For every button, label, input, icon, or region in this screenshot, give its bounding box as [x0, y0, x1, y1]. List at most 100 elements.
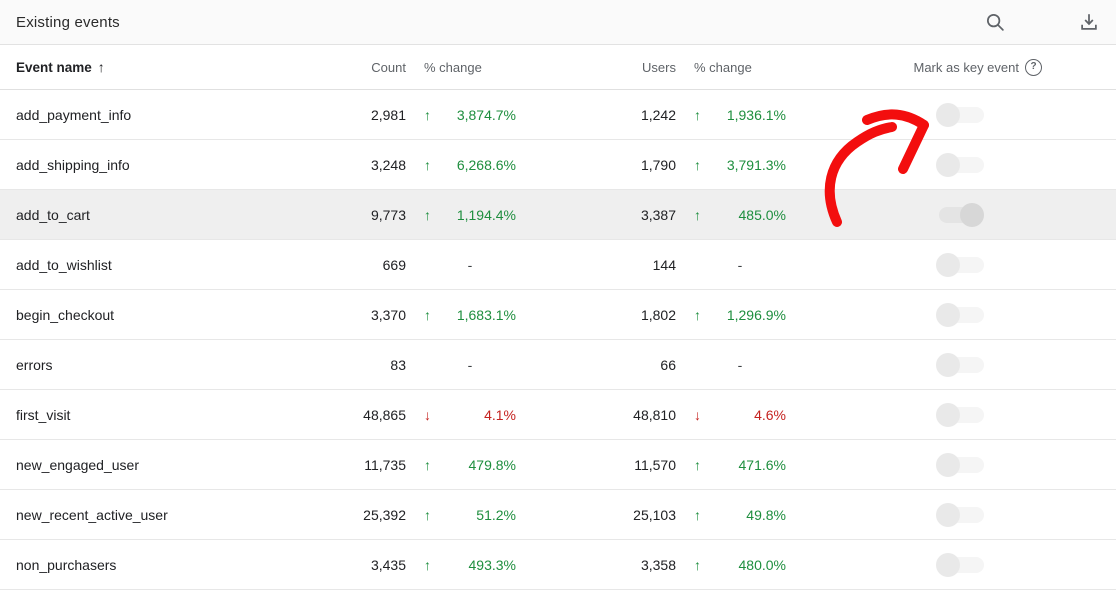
- mark-as-key-event-toggle[interactable]: [936, 202, 984, 227]
- column-header-event-name[interactable]: Event name ↑: [0, 59, 306, 75]
- mark-as-key-event-toggle[interactable]: [936, 102, 984, 127]
- toggle-knob: [936, 252, 960, 277]
- toggle-knob: [936, 102, 960, 127]
- users-cell: 3,387: [640, 206, 676, 223]
- pct-change-value: 1,194.4%: [456, 206, 516, 223]
- column-header-count[interactable]: Count: [306, 60, 406, 75]
- users-change-cell: ↑ 1,936.1%: [676, 107, 786, 123]
- users-cell: 48,810: [633, 406, 676, 423]
- search-button[interactable]: [984, 11, 1006, 33]
- count-cell: 9,773: [370, 206, 406, 223]
- up-arrow-icon: ↑: [424, 506, 431, 523]
- pct-change-value: 6,268.6%: [456, 156, 516, 173]
- up-arrow-icon: ↑: [694, 106, 701, 123]
- count-change-cell: ↑ 6,268.6%: [406, 157, 516, 173]
- up-arrow-icon: ↑: [424, 456, 431, 473]
- toggle-knob: [936, 552, 960, 577]
- event-name-cell: add_shipping_info: [16, 156, 130, 173]
- mark-as-key-event-toggle[interactable]: [936, 152, 984, 177]
- users-cell: 11,570: [634, 456, 676, 473]
- table-row: new_engaged_user 11,735 ↑ 479.8% 11,570 ↑…: [0, 440, 1116, 490]
- table-row: add_to_cart 9,773 ↑ 1,194.4% 3,387 ↑ 485.0…: [0, 190, 1116, 240]
- down-arrow-icon: ↓: [424, 406, 431, 423]
- mark-as-key-event-toggle[interactable]: [936, 252, 984, 277]
- key-event-cell: [786, 252, 1116, 277]
- down-arrow-icon: ↓: [694, 406, 701, 423]
- count-change-cell: ↓ 4.1%: [406, 407, 516, 423]
- toggle-knob: [936, 152, 960, 177]
- key-event-cell: [786, 302, 1116, 327]
- count-cell: 3,248: [370, 156, 406, 173]
- mark-as-key-event-toggle[interactable]: [936, 552, 984, 577]
- users-change-cell: -: [737, 256, 743, 273]
- users-change-cell: ↑ 3,791.3%: [676, 157, 786, 173]
- count-cell: 3,370: [370, 306, 406, 323]
- event-name-cell: add_to_cart: [16, 206, 90, 223]
- pct-change-value: 4.6%: [754, 406, 786, 423]
- download-icon: [1078, 11, 1100, 33]
- download-button[interactable]: [1078, 11, 1100, 33]
- table-row: add_shipping_info 3,248 ↑ 6,268.6% 1,790 …: [0, 140, 1116, 190]
- up-arrow-icon: ↑: [694, 456, 701, 473]
- pct-change-value: 3,791.3%: [726, 156, 786, 173]
- pct-change-value: 479.8%: [468, 456, 516, 473]
- users-change-cell: ↑ 471.6%: [676, 457, 786, 473]
- count-cell: 11,735: [364, 456, 406, 473]
- column-header-users-pct-change[interactable]: % change: [676, 60, 786, 75]
- toggle-knob: [936, 352, 960, 377]
- count-cell: 25,392: [363, 506, 406, 523]
- toggle-knob: [936, 302, 960, 327]
- pct-change-value: 480.0%: [738, 556, 786, 573]
- count-cell: 3,435: [370, 556, 406, 573]
- users-cell: 66: [660, 356, 676, 373]
- card-title-bar: Existing events: [0, 0, 1116, 45]
- up-arrow-icon: ↑: [424, 156, 431, 173]
- search-icon: [984, 11, 1006, 33]
- count-cell: 2,981: [370, 106, 406, 123]
- event-name-cell: non_purchasers: [16, 556, 117, 573]
- table-row: add_to_wishlist 669 - 144 -: [0, 240, 1116, 290]
- toggle-knob: [936, 402, 960, 427]
- toggle-knob: [960, 202, 984, 227]
- up-arrow-icon: ↑: [424, 306, 431, 323]
- count-change-cell: ↑ 1,683.1%: [406, 307, 516, 323]
- help-icon[interactable]: ?: [1025, 58, 1042, 76]
- users-cell: 25,103: [633, 506, 676, 523]
- count-change-cell: ↑ 493.3%: [406, 557, 516, 573]
- event-name-header-label: Event name: [16, 59, 92, 75]
- event-name-cell: errors: [16, 356, 53, 373]
- users-cell: 144: [652, 256, 676, 273]
- key-event-cell: [786, 402, 1116, 427]
- pct-change-value: 1,683.1%: [456, 306, 516, 323]
- table-row: non_purchasers 3,435 ↑ 493.3% 3,358 ↑ 480.…: [0, 540, 1116, 590]
- key-event-cell: [786, 202, 1116, 227]
- pct-change-value: 485.0%: [738, 206, 786, 223]
- count-change-cell: ↑ 1,194.4%: [406, 207, 516, 223]
- key-event-cell: [786, 102, 1116, 127]
- mark-as-key-event-toggle[interactable]: [936, 302, 984, 327]
- users-change-cell: -: [737, 356, 743, 373]
- table-header-row: Event name ↑ Count % change Users % chan…: [0, 45, 1116, 90]
- column-header-count-pct-change[interactable]: % change: [406, 60, 516, 75]
- key-event-cell: [786, 152, 1116, 177]
- up-arrow-icon: ↑: [424, 106, 431, 123]
- event-name-cell: new_engaged_user: [16, 456, 139, 473]
- count-cell: 48,865: [363, 406, 406, 423]
- table-row: errors 83 - 66 -: [0, 340, 1116, 390]
- mark-as-key-event-toggle[interactable]: [936, 502, 984, 527]
- column-header-users[interactable]: Users: [516, 60, 676, 75]
- pct-change-value: 49.8%: [746, 506, 786, 523]
- count-change-cell: ↑ 51.2%: [406, 507, 516, 523]
- event-name-cell: add_payment_info: [16, 106, 132, 123]
- users-change-cell: ↑ 49.8%: [676, 507, 786, 523]
- count-cell: 669: [382, 256, 406, 273]
- table-row: add_payment_info 2,981 ↑ 3,874.7% 1,242 ↑…: [0, 90, 1116, 140]
- table-row: new_recent_active_user 25,392 ↑ 51.2% 25,…: [0, 490, 1116, 540]
- mark-as-key-event-toggle[interactable]: [936, 402, 984, 427]
- mark-as-key-event-toggle[interactable]: [936, 452, 984, 477]
- mark-as-key-event-toggle[interactable]: [936, 352, 984, 377]
- count-change-cell: ↑ 479.8%: [406, 457, 516, 473]
- key-event-cell: [786, 552, 1116, 577]
- column-header-mark-key-event: Mark as key event ?: [786, 58, 1116, 76]
- users-change-cell: ↑ 1,296.9%: [676, 307, 786, 323]
